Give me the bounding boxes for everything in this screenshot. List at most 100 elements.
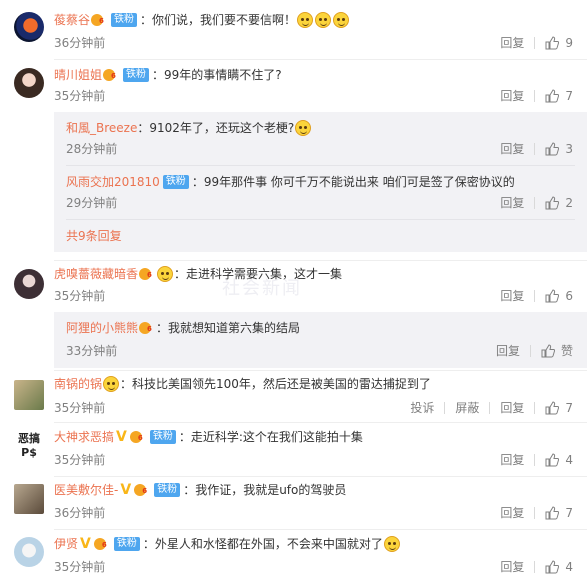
timestamp: 35分钟前	[54, 89, 106, 103]
comment-text: ：99年的事情瞒不住了?	[152, 68, 282, 82]
username[interactable]: 和風_Breeze	[66, 120, 137, 136]
reply-button[interactable]: 回复	[490, 196, 534, 210]
comment-actions: 回复 7	[490, 506, 573, 520]
laugh-emoji-icon	[295, 120, 312, 136]
watermark: 社会新闻	[222, 278, 302, 299]
vip-icon: 6	[129, 430, 146, 444]
comment-text: ：你们说，我们要不要信啊！	[140, 13, 297, 27]
username[interactable]: 医美敷尔佳-	[54, 482, 118, 498]
reply-text: ：9102年了，还玩这个老梗?	[137, 121, 295, 135]
like-count: 7	[565, 506, 573, 520]
like-button[interactable]: 赞	[531, 344, 573, 358]
verified-v-icon: V	[80, 536, 91, 552]
like-button[interactable]: 4	[535, 560, 573, 574]
like-button[interactable]: 7	[535, 89, 573, 103]
laugh-emoji-icon	[103, 376, 120, 392]
report-button[interactable]: 投诉	[400, 401, 444, 415]
avatar-text: P$	[21, 446, 37, 459]
username[interactable]: 南锅的锅	[54, 376, 102, 392]
thumbs-up-icon	[545, 560, 560, 574]
laugh-emoji-icon	[297, 12, 314, 28]
reply-button[interactable]: 回复	[490, 560, 534, 574]
fan-badge: 铁粉	[123, 68, 150, 82]
thumbs-up-icon	[545, 401, 560, 415]
fan-badge: 铁粉	[154, 483, 181, 497]
reply-button[interactable]: 回复	[490, 142, 534, 156]
laugh-emoji-icon	[315, 12, 332, 28]
username[interactable]: 葰蔡谷	[54, 12, 90, 28]
vip-icon: 6	[93, 537, 110, 551]
timestamp: 35分钟前	[54, 453, 106, 467]
timestamp: 28分钟前	[66, 142, 118, 156]
like-button[interactable]: 6	[535, 289, 573, 303]
like-count: 7	[565, 401, 573, 415]
comment-actions: 回复 4	[490, 560, 573, 574]
like-button[interactable]: 4	[535, 453, 573, 467]
comment-actions: 回复 6	[490, 289, 573, 303]
like-count: 3	[565, 142, 573, 156]
reply-button[interactable]: 回复	[486, 344, 530, 358]
like-button[interactable]: 7	[535, 506, 573, 520]
fan-badge: 铁粉	[162, 175, 189, 189]
comment-text: ：我作证，我就是ufo的驾驶员	[183, 483, 347, 497]
reply-button[interactable]: 回复	[490, 453, 534, 467]
more-replies-link[interactable]: 共9条回复	[66, 229, 122, 243]
reply-button[interactable]: 回复	[490, 506, 534, 520]
timestamp: 36分钟前	[54, 506, 106, 520]
like-button[interactable]: 2	[535, 196, 573, 210]
comment-actions: 回复 9	[490, 36, 573, 50]
username[interactable]: 阿狸的小熊熊	[66, 320, 138, 336]
reply-button[interactable]: 回复	[490, 89, 534, 103]
like-count: 6	[565, 289, 573, 303]
thumbs-up-icon	[545, 142, 560, 156]
username[interactable]: 虎嗅薔薇藏暗香	[54, 266, 138, 282]
like-button[interactable]: 7	[535, 401, 573, 415]
reply-box: 阿狸的小熊熊 6 ：我就想知道第六集的结局 33分钟前 回复 赞	[54, 312, 587, 368]
vip-icon: 6	[139, 267, 155, 281]
timestamp: 35分钟前	[54, 401, 106, 415]
avatar[interactable]	[14, 68, 44, 98]
like-count: 4	[565, 560, 573, 574]
avatar[interactable]	[14, 484, 44, 514]
comment-actions: 回复 4	[490, 453, 573, 467]
verified-v-icon: V	[116, 429, 127, 445]
dog-emoji-icon	[157, 266, 174, 282]
username[interactable]: 伊贤	[54, 536, 78, 552]
avatar[interactable]	[14, 12, 44, 42]
timestamp: 36分钟前	[54, 36, 106, 50]
avatar[interactable]: 恶搞 P$	[14, 432, 44, 462]
thumbs-up-icon	[545, 506, 560, 520]
like-count: 4	[565, 453, 573, 467]
timestamp: 33分钟前	[66, 344, 118, 358]
thumbs-up-icon	[545, 196, 560, 210]
reply-text: ：我就想知道第六集的结局	[156, 321, 301, 335]
avatar[interactable]	[14, 537, 44, 567]
reply-button[interactable]: 回复	[490, 401, 534, 415]
comment-text: ：外星人和水怪都在外国，不会来中国就对了	[142, 537, 383, 551]
like-button[interactable]: 9	[535, 36, 573, 50]
verified-v-icon: V	[120, 482, 132, 498]
fan-badge: 铁粉	[111, 13, 138, 27]
fan-badge: 铁粉	[113, 537, 140, 551]
vip-icon: 6	[103, 68, 119, 82]
reply-button[interactable]: 回复	[490, 289, 534, 303]
avatar[interactable]	[14, 269, 44, 299]
like-count: 赞	[560, 344, 573, 358]
reply-box: 和風_Breeze ：9102年了，还玩这个老梗? 28分钟前 回复 3 风雨交…	[54, 112, 587, 252]
username[interactable]: 晴川姐姐	[54, 67, 102, 83]
username[interactable]: 风雨交加201810	[66, 174, 160, 190]
username[interactable]: 大神求恶搞	[54, 429, 114, 445]
like-button[interactable]: 3	[535, 142, 573, 156]
reply-text: ：99年那件事 你可千万不能说出来 咱们可是签了保密协议的	[191, 175, 515, 189]
vip-icon: 6	[134, 483, 150, 497]
block-button[interactable]: 屏蔽	[445, 401, 489, 415]
thumbs-up-icon	[541, 344, 555, 358]
fan-badge: 铁粉	[149, 430, 176, 444]
comment-actions: 回复 7	[490, 89, 573, 103]
avatar-text: 恶搞	[18, 432, 40, 445]
dog-emoji-icon	[383, 536, 400, 552]
reply-button[interactable]: 回复	[490, 36, 534, 50]
timestamp: 29分钟前	[66, 196, 118, 210]
avatar[interactable]	[14, 380, 44, 410]
comment-actions: 投诉 屏蔽 回复 7	[400, 401, 573, 415]
